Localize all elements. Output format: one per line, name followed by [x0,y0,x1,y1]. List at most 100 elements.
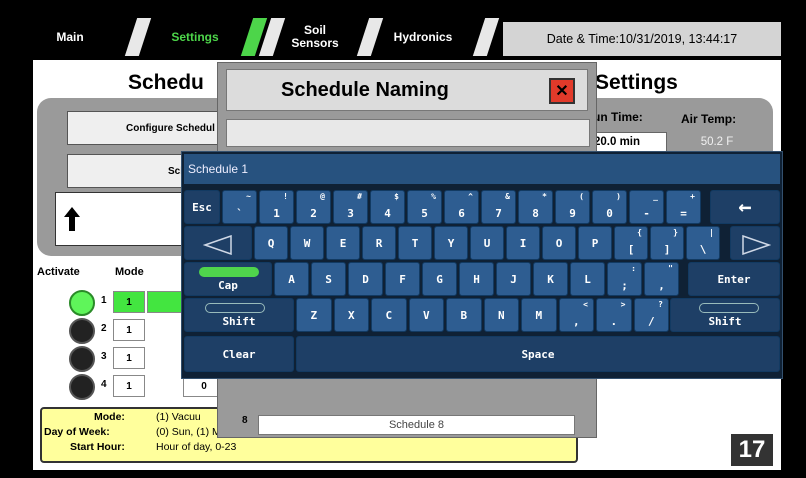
key-char[interactable]: $4 [370,190,405,224]
activate-toggle-4[interactable] [69,374,95,400]
key-char[interactable]: M [521,298,557,332]
key-label: ] [663,243,671,256]
key-label: Shift [708,315,742,328]
key-char[interactable]: | \ [686,226,720,260]
activate-toggle-1[interactable] [69,290,95,316]
close-icon[interactable]: ✕ [549,78,575,104]
key-char[interactable]: }] [650,226,684,260]
key-shift-label: { [637,228,642,237]
caps-indicator [199,267,259,277]
key-label: 5 [421,207,428,220]
key-char[interactable]: C [371,298,407,332]
key-clear[interactable]: Clear [184,336,294,372]
activate-toggle-3[interactable] [69,346,95,372]
key-char[interactable]: V [408,298,444,332]
tab-soil-sensors[interactable]: Soil Sensors [283,20,347,54]
key-char[interactable]: E [326,226,360,260]
key-char[interactable]: ~ ` [222,190,257,224]
key-shift-label: % [431,192,436,201]
row-number: 1 [101,295,107,306]
key-shift-label: ~ [246,192,251,201]
key-caps-lock[interactable]: Cap [184,262,272,296]
key-char[interactable]: G [422,262,457,296]
key-char[interactable]: D [348,262,383,296]
key-shift-label: ^ [468,192,473,201]
row-number: 4 [101,379,107,390]
key-char[interactable]: A [274,262,309,296]
key-shift-label: @ [320,192,325,201]
key-char[interactable]: Q [254,226,288,260]
key-char[interactable]: % 5 [407,190,442,224]
mode-cell-3[interactable]: 1 [113,347,145,369]
key-label: X [347,308,355,322]
key-char[interactable]: H [459,262,494,296]
dialog-name-field[interactable] [226,119,590,147]
key-char[interactable]: F [385,262,420,296]
configure-schedule-button[interactable]: Configure Schedul [67,111,227,145]
key-esc[interactable]: Esc [184,190,220,224]
key-char[interactable]: & 7 [481,190,516,224]
dialog-schedule-row[interactable]: Schedule 8 [258,415,575,435]
key-char[interactable]: * 8 [518,190,553,224]
key-label: 9 [569,207,576,220]
tab-hydronics[interactable]: Hydronics [383,20,463,54]
key-shift-label: | [709,228,714,237]
key-char[interactable]: Y [434,226,468,260]
key-char[interactable]: ) 0 [592,190,627,224]
up-arrow-icon [64,207,80,231]
key-char[interactable]: T [398,226,432,260]
key-char[interactable]: :; [607,262,642,296]
mode-cell-4[interactable]: 1 [113,375,145,397]
key-shift-right[interactable]: Shift [670,298,780,332]
key-char[interactable]: #3 [333,190,368,224]
mode-cell-1[interactable]: 1 [113,291,145,313]
key-char[interactable]: B [446,298,482,332]
key-char[interactable]: S [311,262,346,296]
key-shift-label: > [620,300,626,309]
tab-settings[interactable]: Settings [151,20,239,54]
key-backspace[interactable]: ← [710,190,780,224]
key-char[interactable]: + = [666,190,701,224]
key-char[interactable]: ", [644,262,679,296]
key-shift-label: ( [579,192,584,201]
key-char[interactable]: _ - [629,190,664,224]
key-char[interactable]: (9 [555,190,590,224]
tab-main[interactable]: Main [43,20,97,54]
key-char[interactable]: I [506,226,540,260]
key-char[interactable]: P [578,226,612,260]
key-char[interactable]: ! 1 [259,190,294,224]
key-char[interactable]: >. [596,298,632,332]
key-char[interactable]: L [570,262,605,296]
key-shift-left[interactable]: Shift [184,298,294,332]
key-char[interactable]: @2 [296,190,331,224]
mode-cell-2[interactable]: 1 [113,319,145,341]
key-char[interactable]: O [542,226,576,260]
key-char[interactable]: ? / [633,298,669,332]
activate-toggle-2[interactable] [69,318,95,344]
run-time-value: 20.0 min [587,132,667,152]
key-space[interactable]: Space [296,336,780,372]
key-char[interactable]: <, [558,298,594,332]
tab-divider [472,18,500,56]
key-right-arrow[interactable] [730,226,780,260]
key-left-arrow[interactable] [184,226,252,260]
key-char[interactable]: W [290,226,324,260]
key-char[interactable]: N [483,298,519,332]
key-char[interactable]: {[ [614,226,648,260]
keyboard-text-input[interactable]: Schedule 1 [184,154,780,184]
key-label: 3 [347,207,354,220]
key-char[interactable]: K [533,262,568,296]
key-enter[interactable]: Enter [688,262,780,296]
key-char[interactable]: Z [296,298,332,332]
key-char[interactable]: J [496,262,531,296]
legend-dow-key: Day of Week: [44,426,110,438]
row-number: 3 [101,351,107,362]
key-label: Esc [192,200,212,214]
key-char[interactable]: U [470,226,504,260]
dialog-row-index: 8 [242,415,248,426]
key-label: Shift [222,315,256,328]
key-char[interactable]: X [333,298,369,332]
key-char[interactable]: ^ 6 [444,190,479,224]
key-label: , [572,315,580,328]
key-char[interactable]: R [362,226,396,260]
